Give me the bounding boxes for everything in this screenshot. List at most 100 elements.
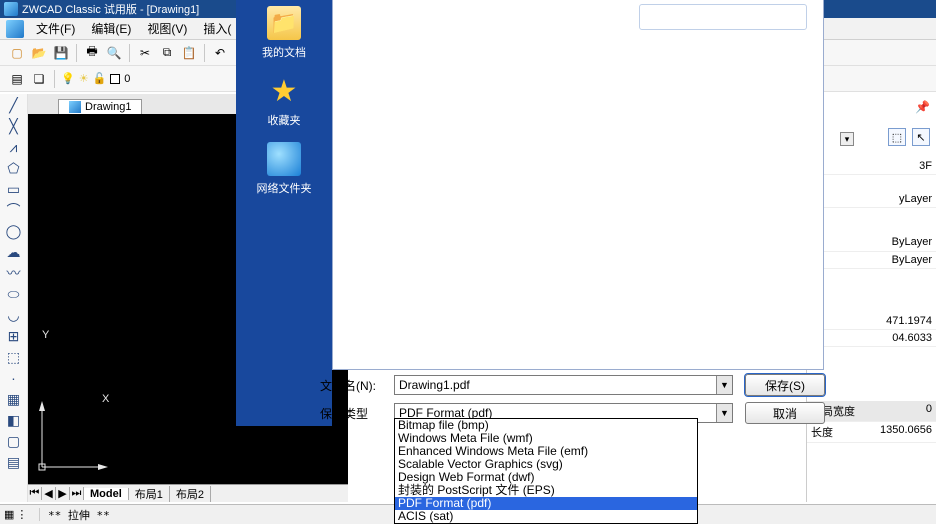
prop-value: 0 [926, 403, 932, 419]
filetype-option[interactable]: ACIS (sat) [395, 510, 697, 523]
gradient-tool-icon[interactable]: ◧ [4, 411, 24, 429]
layout-tab-1[interactable]: 布局1 [129, 486, 170, 502]
circle-tool-icon[interactable]: ◯ [4, 222, 24, 240]
ucs-icon: Y X [38, 401, 108, 474]
table-tool-icon[interactable]: ▤ [4, 453, 24, 471]
ellipse-tool-icon[interactable]: ⬭ [4, 285, 24, 303]
line-tool-icon[interactable]: ╱ [4, 96, 24, 114]
sun-icon: ☀ [79, 72, 89, 85]
drawing-tab-label: Drawing1 [85, 101, 131, 113]
menu-file[interactable]: 文件(F) [28, 18, 83, 39]
tab-prev-icon[interactable]: ◀ [42, 487, 56, 500]
select-cursor-icon[interactable]: ↖ [912, 128, 930, 146]
copy-icon[interactable]: ⧉ [158, 44, 176, 62]
region-tool-icon[interactable]: ▢ [4, 432, 24, 450]
hatch-tool-icon[interactable]: ▦ [4, 390, 24, 408]
save-icon[interactable]: 💾 [52, 44, 70, 62]
paste-icon[interactable]: 📋 [180, 44, 198, 62]
cut-icon[interactable]: ✂ [136, 44, 154, 62]
menu-insert[interactable]: 插入( [195, 18, 239, 39]
spline-tool-icon[interactable]: 〰 [4, 264, 24, 282]
preview-icon[interactable]: 🔍 [105, 44, 123, 62]
app-icon [4, 2, 18, 16]
prop-value: yLayer [899, 193, 932, 205]
filetype-label: 保存类型 [320, 405, 394, 422]
menu-view[interactable]: 视图(V) [139, 18, 195, 39]
prop-value: 1350.0656 [880, 424, 932, 440]
layout-tabs: ⏮ ◀ ▶ ⏭ Model 布局1 布局2 [28, 484, 348, 502]
dialog-places-bar: 📁 我的文档 ★ 收藏夹 网络文件夹 [236, 0, 332, 426]
combo-caret-icon[interactable]: ▼ [716, 376, 732, 394]
drawing-icon [69, 101, 81, 113]
ucs-x-label: X [102, 393, 109, 405]
separator [129, 44, 130, 62]
app-logo-icon[interactable] [6, 20, 24, 38]
place-network[interactable]: 网络文件夹 [236, 142, 332, 196]
lock-icon: 🔓 [93, 72, 107, 85]
combo-caret-icon[interactable]: ▼ [716, 404, 732, 422]
insert-tool-icon[interactable]: ⊞ [4, 327, 24, 345]
ucs-y-label: Y [42, 329, 49, 341]
polyline-tool-icon[interactable]: ⩘ [4, 138, 24, 156]
xline-tool-icon[interactable]: ╳ [4, 117, 24, 135]
prop-value: 04.6033 [892, 332, 932, 344]
filetype-dropdown[interactable]: Bitmap file (bmp)Windows Meta File (wmf)… [394, 418, 698, 524]
place-label: 收藏夹 [268, 112, 301, 128]
pin-icon[interactable]: 📌 [915, 100, 930, 114]
filename-input[interactable]: Drawing1.pdf ▼ [394, 375, 733, 395]
ellipsearc-tool-icon[interactable]: ◡ [4, 306, 24, 324]
print-icon[interactable]: 🖶 [83, 44, 101, 62]
lightbulb-icon: 💡 [61, 72, 75, 85]
separator [204, 44, 205, 62]
prop-row: yLayer [807, 191, 936, 208]
new-icon[interactable]: ▢ [8, 44, 26, 62]
filename-value: Drawing1.pdf [399, 378, 470, 392]
prop-value: ByLayer [892, 236, 932, 249]
polygon-tool-icon[interactable]: ⬠ [4, 159, 24, 177]
star-icon: ★ [267, 74, 301, 108]
statusbar-buttons: ▦ ⋮ [0, 508, 40, 521]
prop-value: 3F [919, 160, 932, 172]
undo-icon[interactable]: ↶ [211, 44, 229, 62]
point-tool-icon[interactable]: · [4, 369, 24, 387]
filename-label: 文件名(N): [320, 377, 394, 394]
window-title: ZWCAD Classic 试用版 - [Drawing1] [22, 1, 199, 17]
properties-panel: 3F yLayer ▢ByLayer —ByLayer 471.1974 04.… [806, 94, 936, 502]
place-label: 我的文档 [262, 44, 306, 60]
grid-icon[interactable]: ▦ [4, 508, 14, 521]
arc-tool-icon[interactable]: ⌒ [4, 201, 24, 219]
place-label: 网络文件夹 [257, 180, 312, 196]
color-swatch [110, 74, 120, 84]
cancel-button[interactable]: 取消 [745, 402, 825, 424]
dialog-preview-box [639, 4, 807, 30]
place-my-documents[interactable]: 📁 我的文档 [236, 6, 332, 60]
menu-edit[interactable]: 编辑(E) [83, 18, 139, 39]
drawing-tab[interactable]: Drawing1 [58, 99, 142, 114]
tab-first-icon[interactable]: ⏮ [28, 487, 42, 500]
layer-icon[interactable]: ❏ [30, 70, 48, 88]
prop-row: —ByLayer [807, 252, 936, 269]
prop-row: 3F [807, 158, 936, 175]
revcloud-tool-icon[interactable]: ☁ [4, 243, 24, 261]
draw-toolbar: ╱ ╳ ⩘ ⬠ ▭ ⌒ ◯ ☁ 〰 ⬭ ◡ ⊞ ⬚ · ▦ ◧ ▢ ▤ [0, 94, 28, 502]
layout-tab-model[interactable]: Model [84, 488, 129, 500]
layout-tab-2[interactable]: 布局2 [170, 486, 211, 502]
selection-tools: ⬚ ↖ [888, 128, 930, 146]
menu-icon[interactable]: ⋮ [16, 508, 27, 521]
save-button[interactable]: 保存(S) [745, 374, 825, 396]
dropdown-caret-icon[interactable]: ▾ [840, 132, 854, 146]
tab-last-icon[interactable]: ⏭ [70, 487, 84, 500]
open-icon[interactable]: 📂 [30, 44, 48, 62]
dialog-file-list[interactable] [332, 0, 824, 370]
layer-manager-icon[interactable]: ▤ [8, 70, 26, 88]
tab-next-icon[interactable]: ▶ [56, 487, 70, 500]
layer-combo[interactable]: 💡 ☀ 🔓 0 [61, 72, 130, 85]
rectangle-tool-icon[interactable]: ▭ [4, 180, 24, 198]
separator [54, 70, 55, 88]
block-tool-icon[interactable]: ⬚ [4, 348, 24, 366]
select-crossing-icon[interactable]: ⬚ [888, 128, 906, 146]
prop-row: 04.6033 [807, 330, 936, 347]
prop-row: 长度1350.0656 [807, 422, 936, 443]
place-favorites[interactable]: ★ 收藏夹 [236, 74, 332, 128]
prop-row: ▢ByLayer [807, 234, 936, 252]
